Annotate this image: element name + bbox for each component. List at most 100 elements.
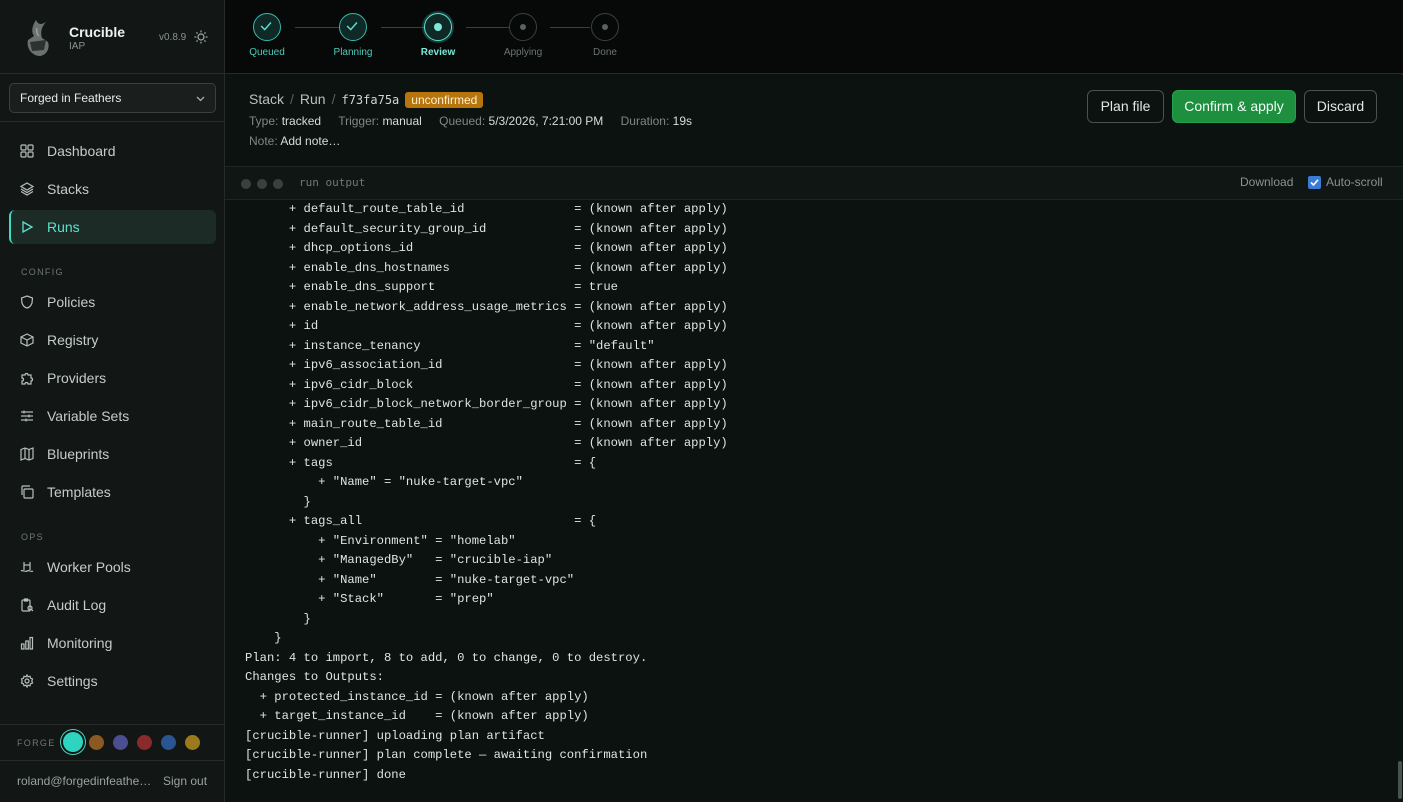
- gear-icon: [20, 674, 34, 688]
- breadcrumb: Stack / Run / f73fa75a unconfirmed: [249, 91, 484, 108]
- step-circle: [253, 13, 281, 41]
- autoscroll-label: Auto-scroll: [1326, 175, 1383, 189]
- nav-item-monitoring[interactable]: Monitoring: [9, 626, 216, 660]
- output-line: + ipv6_cidr_block = (known after apply): [245, 377, 728, 392]
- output-line: + enable_network_address_usage_metrics =…: [245, 299, 728, 314]
- version-label: v0.8.9: [159, 32, 187, 43]
- nav-item-templates[interactable]: Templates: [9, 475, 216, 509]
- output-line: [crucible-runner] uploading plan artifac…: [245, 728, 545, 743]
- nav-item-providers[interactable]: Providers: [9, 361, 216, 395]
- output-line: + id = (known after apply): [245, 319, 728, 333]
- output-line: + default_route_table_id = (known after …: [245, 202, 728, 216]
- step-label: Queued: [249, 47, 285, 58]
- run-note: Note: Add note…: [249, 134, 340, 148]
- play-icon: [22, 220, 34, 234]
- forge-swatch-red[interactable]: [137, 735, 152, 750]
- download-button[interactable]: Download: [1240, 175, 1293, 189]
- nav-item-worker-pools[interactable]: Worker Pools: [9, 550, 216, 584]
- step-done: Done: [575, 13, 635, 58]
- nav-item-audit-log[interactable]: Audit Log: [9, 588, 216, 622]
- meta-trigger-key: Trigger:: [338, 114, 380, 128]
- nav-item-dashboard[interactable]: Dashboard: [9, 134, 216, 168]
- brand-subtitle: IAP: [69, 41, 86, 52]
- step-label: Review: [420, 47, 456, 58]
- output-line: }: [245, 494, 311, 509]
- breadcrumb-stack[interactable]: Stack: [249, 91, 284, 107]
- output-line: [crucible-runner] done: [245, 767, 406, 782]
- layers-icon: [20, 182, 34, 196]
- forge-swatch-gold[interactable]: [185, 735, 200, 750]
- step-circle: [591, 13, 619, 41]
- output-line: }: [245, 631, 282, 645]
- nav-item-blueprints[interactable]: Blueprints: [9, 437, 216, 471]
- meta-type-key: Type:: [249, 114, 279, 128]
- forge-swatch-teal[interactable]: [63, 732, 83, 752]
- step-dot: [434, 23, 442, 31]
- nav-item-registry[interactable]: Registry: [9, 323, 216, 357]
- plan-file-button[interactable]: Plan file: [1087, 90, 1164, 123]
- scrollbar-thumb[interactable]: [1398, 761, 1402, 799]
- status-badge: unconfirmed: [405, 92, 484, 108]
- audit-icon: [21, 598, 34, 612]
- forge-swatch-brown[interactable]: [89, 735, 104, 750]
- theme-toggle-icon[interactable]: [194, 30, 208, 44]
- nav-item-settings[interactable]: Settings: [9, 664, 216, 698]
- autoscroll-checkbox[interactable]: [1308, 176, 1321, 189]
- output-line: + enable_dns_hostnames = (known after ap…: [245, 260, 728, 275]
- map-icon: [20, 447, 34, 461]
- nav-item-label: Providers: [47, 370, 107, 386]
- nav-item-variable-sets[interactable]: Variable Sets: [9, 399, 216, 433]
- forge-swatch-blue[interactable]: [161, 735, 176, 750]
- output-line: + default_security_group_id = (known aft…: [245, 221, 728, 236]
- nav-item-label: Registry: [47, 332, 99, 348]
- meta-trigger-value: manual: [382, 114, 422, 128]
- step-circle: [339, 13, 367, 41]
- nav-item-label: Stacks: [47, 181, 90, 197]
- pool-icon: [20, 562, 34, 573]
- output-line: + instance_tenancy = "default": [245, 338, 655, 353]
- confirm-apply-button[interactable]: Confirm & apply: [1172, 90, 1296, 123]
- org-select[interactable]: Forged in Feathers: [9, 83, 216, 113]
- output-line: + main_route_table_id = (known after app…: [245, 416, 728, 431]
- section-label-config: CONFIG: [21, 267, 64, 277]
- forge-swatch-indigo[interactable]: [113, 735, 128, 750]
- chevron-down-icon: [196, 96, 205, 102]
- add-note-link[interactable]: Add note…: [280, 134, 340, 148]
- output-line: [crucible-runner] plan complete — awaiti…: [245, 748, 648, 762]
- nav-item-label: Dashboard: [47, 143, 116, 159]
- output-line: + "Name" = "nuke-target-vpc": [245, 572, 575, 587]
- terminal-toolbar: run output Download Auto-scroll: [225, 167, 1403, 200]
- step-dot: [520, 24, 526, 30]
- output-line: + tags_all = {: [245, 514, 597, 528]
- step-queued: Queued: [237, 13, 297, 58]
- output-line: + "Environment" = "homelab": [245, 533, 516, 548]
- window-dot: [241, 179, 251, 189]
- step-circle: [424, 13, 452, 41]
- output-line: + ipv6_cidr_block_network_border_group =…: [245, 397, 728, 411]
- forge-label: FORGE: [17, 738, 56, 748]
- run-output[interactable]: + default_route_table_id = (known after …: [225, 200, 1403, 802]
- nav-item-policies[interactable]: Policies: [9, 285, 216, 319]
- nav-item-stacks[interactable]: Stacks: [9, 172, 216, 206]
- output-line: + protected_instance_id = (known after a…: [245, 689, 589, 704]
- brand-name: Crucible: [69, 24, 126, 40]
- org-select-value: Forged in Feathers: [20, 91, 122, 105]
- output-line: + "ManagedBy" = "crucible-iap": [245, 553, 553, 567]
- nav-item-label: Runs: [47, 219, 80, 235]
- note-key: Note:: [249, 134, 278, 148]
- step-label: Planning: [333, 47, 373, 58]
- output-line: + enable_dns_support = true: [245, 280, 618, 294]
- breadcrumb-run[interactable]: Run: [300, 91, 326, 107]
- meta-duration-value: 19s: [672, 114, 693, 128]
- discard-button[interactable]: Discard: [1304, 90, 1377, 123]
- output-line: Plan: 4 to import, 8 to add, 0 to change…: [245, 650, 648, 665]
- box-icon: [20, 333, 34, 347]
- breadcrumb-separator: /: [290, 91, 294, 107]
- sign-out-link[interactable]: Sign out: [163, 774, 207, 788]
- bar-chart-icon: [20, 636, 34, 650]
- run-meta: Type: tracked Trigger: manual Queued: 5/…: [249, 114, 706, 128]
- step-circle: [509, 13, 537, 41]
- nav-item-label: Audit Log: [47, 597, 107, 613]
- output-line: + ipv6_association_id = (known after app…: [245, 358, 728, 372]
- nav-item-runs[interactable]: Runs: [9, 210, 216, 244]
